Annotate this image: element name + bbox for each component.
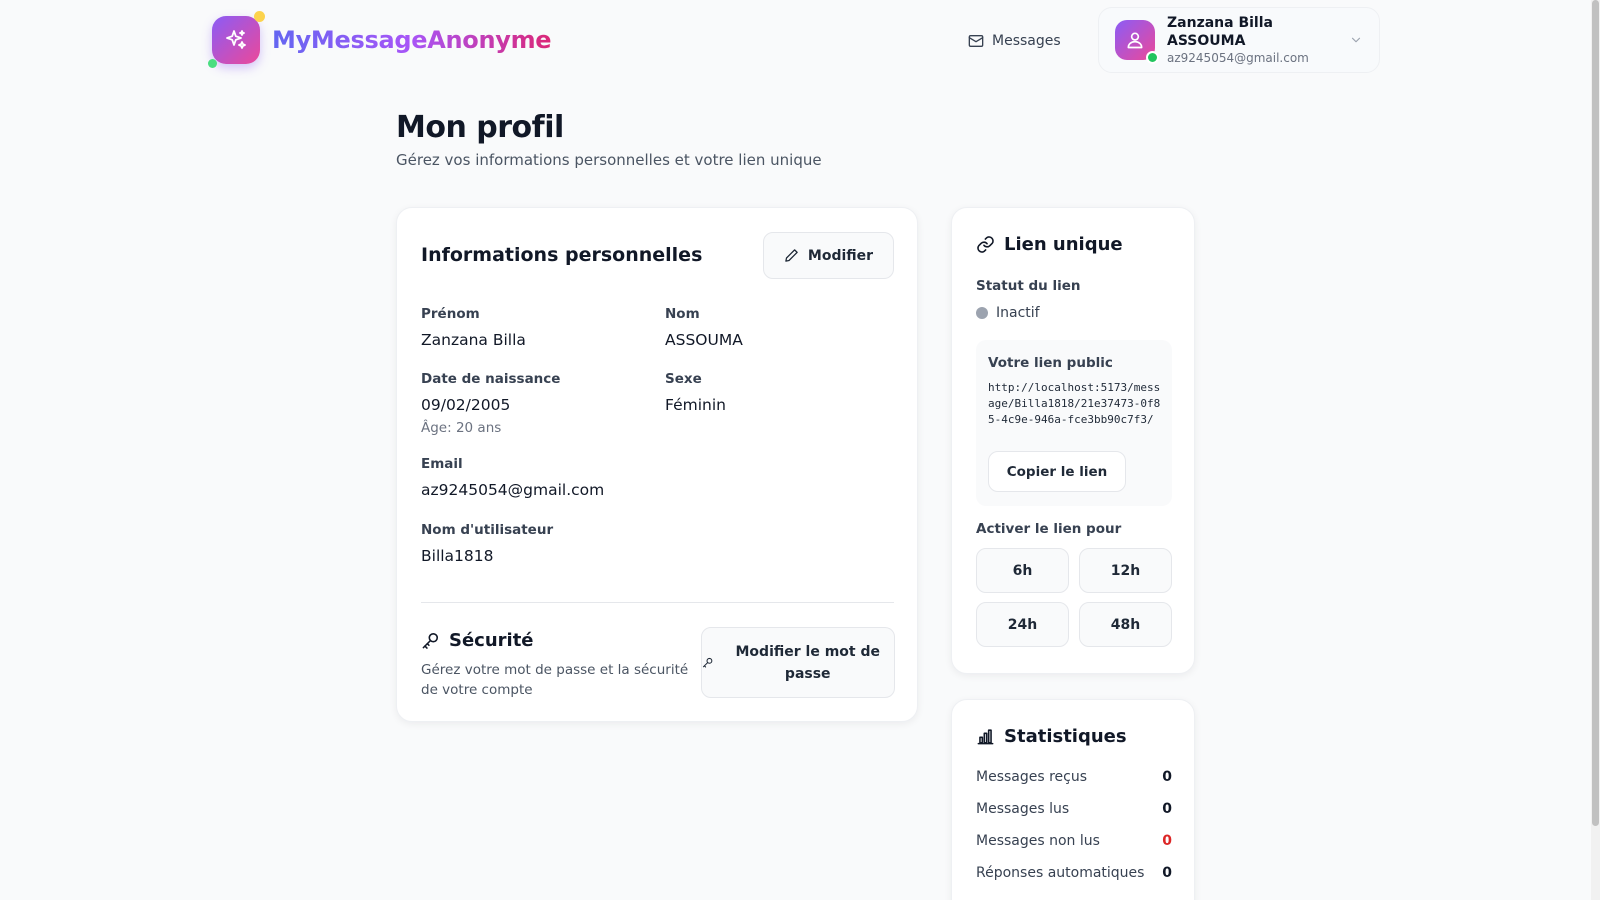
- copy-link-button[interactable]: Copier le lien: [988, 451, 1126, 492]
- statistics-card: Statistiques Messages reçus 0 Messages l…: [951, 699, 1195, 900]
- key-icon: [422, 632, 439, 649]
- logo-dot-yellow: [254, 11, 265, 22]
- username-value: Billa1818: [421, 547, 494, 565]
- personal-info-title: Informations personnelles: [421, 244, 703, 266]
- change-password-label: Modifier le mot de passe: [735, 643, 880, 682]
- chevron-down-icon[interactable]: [1349, 33, 1363, 47]
- user-name: Zanzana Billa ASSOUMA: [1167, 15, 1273, 49]
- page: MyMessageAnonyme Messages Zanzana Billa …: [0, 0, 1600, 900]
- change-password-button[interactable]: Modifier le mot de passe: [701, 627, 895, 698]
- stat-row-auto-replies: Réponses automatiques 0: [976, 865, 1172, 881]
- user-icon: [1127, 32, 1143, 49]
- sparkles-icon: [226, 30, 246, 49]
- bar-chart-icon: [977, 729, 994, 745]
- logo: [208, 11, 265, 68]
- link-status-value: Inactif: [996, 305, 1040, 321]
- scrollbar[interactable]: [1591, 0, 1600, 900]
- username-label: Nom d'utilisateur: [421, 522, 554, 538]
- link-status-label: Statut du lien: [976, 278, 1081, 294]
- first-name-value: Zanzana Billa: [421, 331, 526, 349]
- link-status: Inactif: [976, 305, 1040, 321]
- last-name-value: ASSOUMA: [665, 331, 743, 349]
- user-info: Zanzana Billa ASSOUMA az9245054@gmail.co…: [1167, 14, 1349, 66]
- status-dot: [976, 307, 988, 319]
- page-subtitle: Gérez vos informations personnelles et v…: [396, 151, 822, 169]
- duration-6h-button[interactable]: 6h: [976, 548, 1069, 593]
- divider: [421, 602, 894, 603]
- public-link-url[interactable]: http://localhost:5173/message/Billa1818/…: [988, 380, 1164, 428]
- pencil-icon: [785, 249, 798, 262]
- unique-link-card: Lien unique Statut du lien Inactif Votre…: [951, 207, 1195, 674]
- stat-label: Messages non lus: [976, 833, 1100, 849]
- public-link-box: Votre lien public http://localhost:5173/…: [976, 340, 1172, 506]
- email-value: az9245054@gmail.com: [421, 481, 605, 499]
- brand-name: MyMessageAnonyme: [272, 26, 552, 54]
- page-title: Mon profil: [396, 110, 564, 145]
- avatar: [1115, 20, 1159, 64]
- stat-value: 0: [1162, 865, 1172, 881]
- birth-date-value: 09/02/2005: [421, 396, 511, 414]
- stat-value: 0: [1162, 833, 1172, 849]
- stat-row-received: Messages reçus 0: [976, 769, 1172, 785]
- duration-12h-button[interactable]: 12h: [1079, 548, 1172, 593]
- edit-profile-button[interactable]: Modifier: [763, 232, 894, 279]
- stat-value: 0: [1162, 801, 1172, 817]
- stat-row-unread: Messages non lus 0: [976, 833, 1172, 849]
- stat-label: Réponses automatiques: [976, 865, 1145, 881]
- unique-link-title-label: Lien unique: [1004, 234, 1123, 255]
- duration-24h-button[interactable]: 24h: [976, 602, 1069, 647]
- activate-link-label: Activer le lien pour: [976, 521, 1122, 537]
- security-description: Gérez votre mot de passe et la sécurité …: [421, 662, 689, 698]
- stat-row-read: Messages lus 0: [976, 801, 1172, 817]
- last-name-label: Nom: [665, 306, 700, 322]
- security-title-label: Sécurité: [449, 630, 534, 651]
- public-link-label: Votre lien public: [988, 355, 1113, 371]
- email-label: Email: [421, 456, 463, 472]
- first-name-label: Prénom: [421, 306, 480, 322]
- statistics-title: Statistiques: [976, 726, 1127, 747]
- stat-value: 0: [1162, 769, 1172, 785]
- gender-label: Sexe: [665, 371, 702, 387]
- age-hint: Âge: 20 ans: [421, 420, 502, 436]
- security-title: Sécurité: [421, 630, 534, 651]
- stat-label: Messages reçus: [976, 769, 1088, 785]
- logo-dot-green: [208, 59, 217, 68]
- personal-info-card: Informations personnelles Modifier Préno…: [396, 207, 918, 722]
- stat-label: Messages lus: [976, 801, 1070, 817]
- mail-icon: [968, 35, 984, 47]
- user-email: az9245054@gmail.com: [1167, 51, 1309, 65]
- online-status-dot: [1146, 51, 1159, 64]
- edit-profile-label: Modifier: [807, 247, 874, 264]
- scrollbar-thumb[interactable]: [1592, 0, 1599, 826]
- user-menu[interactable]: Zanzana Billa ASSOUMA az9245054@gmail.co…: [1098, 7, 1380, 73]
- statistics-title-label: Statistiques: [1004, 726, 1127, 747]
- gender-value: Féminin: [665, 396, 726, 414]
- key-icon: [702, 657, 713, 668]
- nav-messages-label: Messages: [992, 33, 1061, 49]
- nav-messages-link[interactable]: Messages: [968, 28, 1061, 54]
- birth-date-label: Date de naissance: [421, 371, 561, 387]
- brand[interactable]: MyMessageAnonyme: [208, 11, 552, 68]
- link-icon: [977, 236, 994, 253]
- unique-link-title: Lien unique: [976, 234, 1123, 255]
- duration-48h-button[interactable]: 48h: [1079, 602, 1172, 647]
